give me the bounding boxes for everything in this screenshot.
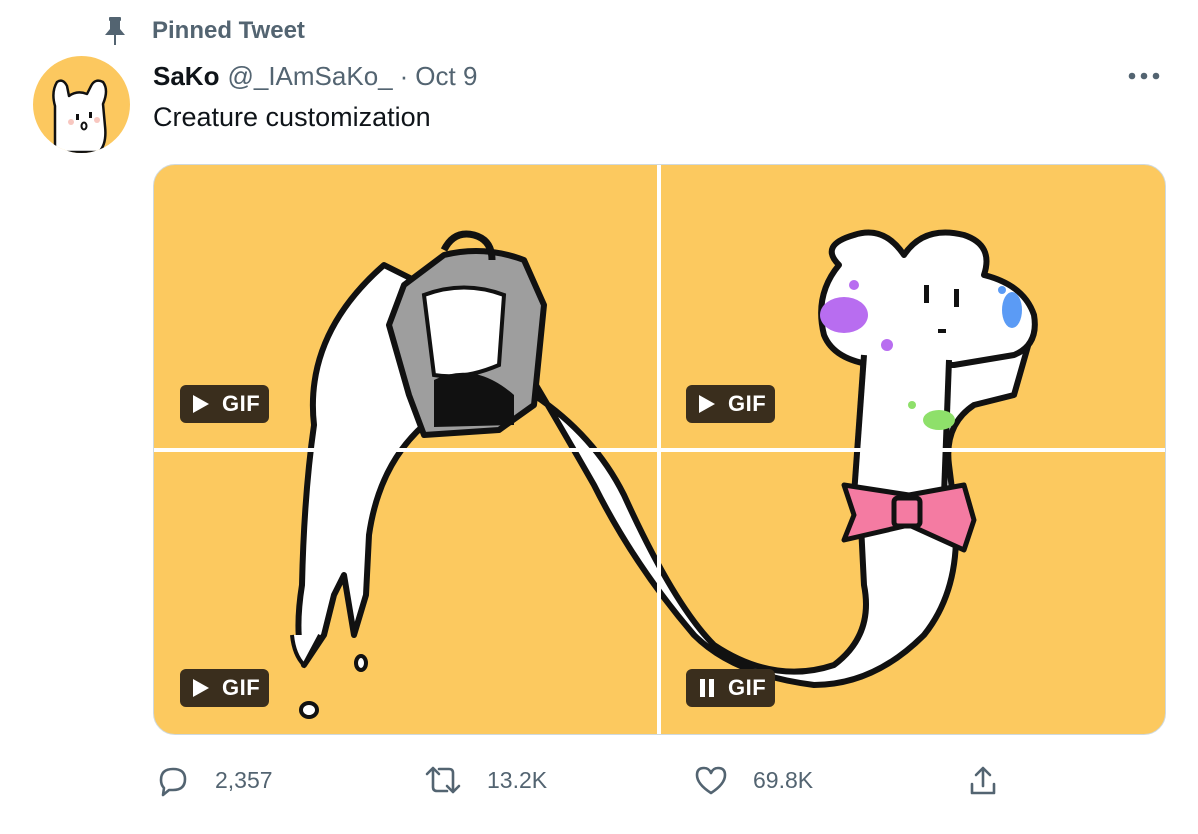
gif-label: GIF — [222, 391, 261, 416]
like-button[interactable]: 69.8K — [691, 758, 813, 802]
share-button[interactable] — [963, 758, 1003, 802]
tweet-header: SaKo @_IAmSaKo_ · Oct 9 — [153, 58, 477, 94]
gif-badge-top-right[interactable]: GIF — [686, 385, 776, 423]
gif-badge-bottom-right[interactable]: GIF — [686, 669, 776, 707]
tweet-date[interactable]: Oct 9 — [415, 61, 477, 92]
more-options-button[interactable] — [1114, 56, 1174, 96]
gif-badge-bottom-left[interactable]: GIF — [180, 669, 270, 707]
display-name[interactable]: SaKo — [153, 61, 219, 92]
reply-icon — [159, 767, 187, 797]
avatar[interactable] — [33, 56, 130, 153]
pinned-label: Pinned Tweet — [152, 17, 305, 44]
share-icon — [970, 766, 996, 795]
reply-count: 2,357 — [215, 766, 273, 793]
reply-button[interactable]: 2,357 — [153, 758, 273, 802]
retweet-count: 13.2K — [487, 766, 548, 793]
pinned-indicator: Pinned Tweet — [100, 14, 305, 48]
separator: · — [399, 60, 409, 91]
play-icon — [696, 393, 718, 415]
tweet-actions: 2,357 13.2K 69.8K — [153, 758, 1013, 802]
user-handle[interactable]: @_IAmSaKo_ — [227, 61, 392, 92]
heart-icon — [695, 766, 727, 795]
pin-icon — [100, 14, 130, 48]
tweet-text: Creature customization — [153, 102, 431, 132]
pause-icon — [696, 677, 718, 699]
retweet-button[interactable]: 13.2K — [421, 758, 547, 802]
more-icon — [1128, 72, 1160, 80]
grid-divider-horizontal — [154, 448, 1165, 452]
play-icon — [190, 393, 212, 415]
media-grid[interactable]: GIF GIF GIF GIF — [153, 164, 1166, 735]
play-icon — [190, 677, 212, 699]
like-count: 69.8K — [753, 766, 814, 793]
retweet-icon — [425, 766, 461, 794]
gif-label: GIF — [728, 675, 767, 700]
gif-label: GIF — [728, 391, 767, 416]
gif-label: GIF — [222, 675, 261, 700]
gif-badge-top-left[interactable]: GIF — [180, 385, 270, 423]
